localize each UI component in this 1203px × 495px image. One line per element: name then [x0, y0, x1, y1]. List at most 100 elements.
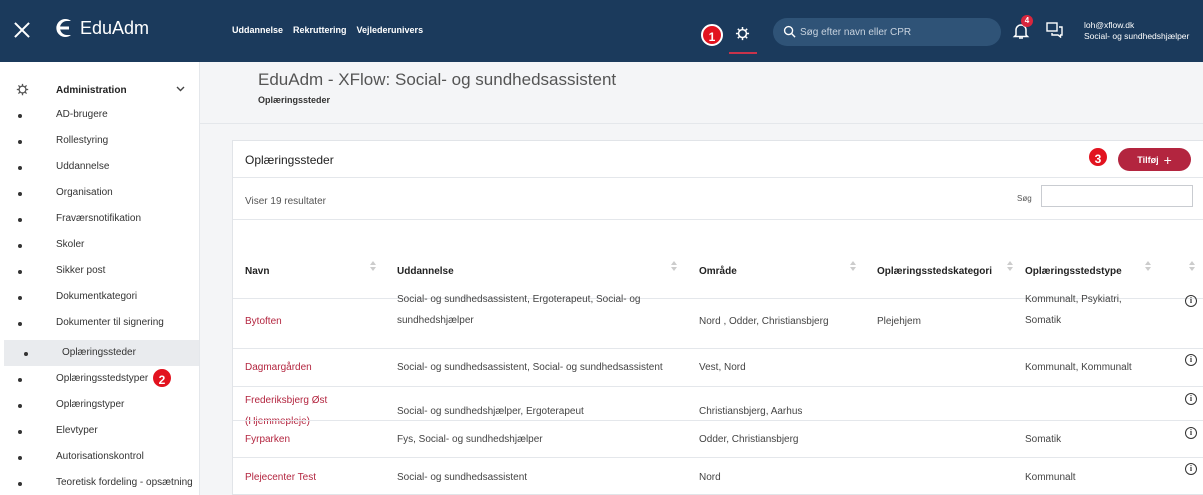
- add-button-label: Tilføj: [1137, 154, 1159, 165]
- info-icon[interactable]: i: [1185, 354, 1197, 366]
- bullet-icon: [18, 114, 22, 118]
- admin-settings-button[interactable]: [729, 14, 757, 54]
- sidebar-item-teoretisk-fordeling[interactable]: Teoretisk fordeling - opsætning: [0, 472, 199, 495]
- info-icon[interactable]: i: [1185, 463, 1197, 475]
- add-button[interactable]: Tilføj +: [1118, 148, 1191, 171]
- nav-vejlederunivers[interactable]: Vejlederunivers: [357, 25, 424, 35]
- sidebar-item-sikker-post[interactable]: Sikker post: [0, 260, 199, 286]
- sort-icon[interactable]: [1007, 261, 1013, 273]
- info-icon[interactable]: i: [1185, 295, 1197, 307]
- bullet-icon: [18, 482, 22, 486]
- card-title: Oplæringssteder: [245, 153, 334, 167]
- row-uddannelse: Social- og sundhedshjælper, Ergoterapeut: [397, 406, 584, 417]
- divider: [233, 177, 1203, 178]
- oplaeringssteder-card: Oplæringssteder Tilføj + Viser 19 resulta…: [232, 140, 1203, 495]
- sidebar-item-rollestyring[interactable]: Rollestyring: [0, 130, 199, 156]
- notification-badge: 4: [1021, 15, 1033, 27]
- sidebar-item-fravaersnotifikation[interactable]: Fraværsnotifikation: [0, 208, 199, 234]
- row-omraade: Nord: [699, 472, 721, 483]
- sidebar-item-ad-brugere[interactable]: AD-brugere: [0, 104, 199, 130]
- sidebar-item-label: Elevtyper: [56, 425, 98, 436]
- table-search-label: Søg: [1017, 194, 1032, 203]
- sidebar-item-uddannelse[interactable]: Uddannelse: [0, 156, 199, 182]
- row-omraade: Odder, Christiansbjerg: [699, 434, 799, 445]
- row-type: Kommunalt: [1025, 472, 1076, 483]
- divider: [233, 457, 1203, 458]
- row-name-link[interactable]: Dagmargården: [245, 357, 312, 378]
- bullet-icon: [18, 140, 22, 144]
- bullet-icon: [18, 166, 22, 170]
- column-header-navn[interactable]: Navn: [245, 266, 269, 277]
- user-email: loh@xflow.dk: [1084, 20, 1135, 30]
- close-icon[interactable]: [12, 20, 32, 40]
- sidebar-item-skoler[interactable]: Skoler: [0, 234, 199, 260]
- eduadm-logo-icon: [56, 19, 71, 37]
- sidebar-item-label: Teoretisk fordeling - opsætning: [56, 477, 193, 488]
- step-marker-3: 3: [1087, 146, 1109, 168]
- info-icon[interactable]: i: [1185, 393, 1197, 405]
- bullet-icon: [18, 244, 22, 248]
- step-marker-2: 2: [151, 367, 173, 389]
- sidebar-section-label: Administration: [56, 85, 127, 96]
- sort-icon[interactable]: [850, 261, 856, 273]
- row-uddannelse: Social- og sundhedsassistent, Ergoterape…: [397, 294, 641, 326]
- sidebar-section-administration[interactable]: Administration: [0, 78, 199, 104]
- row-omraade: Christiansbjerg, Aarhus: [699, 406, 803, 417]
- sort-icon[interactable]: [1189, 261, 1195, 273]
- sort-icon[interactable]: [370, 261, 376, 273]
- sidebar-item-autorisationskontrol[interactable]: Autorisationskontrol: [0, 446, 199, 472]
- row-name-link[interactable]: Plejecenter Test: [245, 467, 316, 488]
- global-search[interactable]: [773, 18, 1001, 46]
- row-kategori: Plejehjem: [877, 316, 921, 327]
- column-header-type[interactable]: Oplæringsstedstype: [1025, 266, 1122, 277]
- sidebar-item-label: AD-brugere: [56, 109, 108, 120]
- divider: [233, 219, 1203, 220]
- sidebar-item-dokumenter-til-signering[interactable]: Dokumenter til signering: [0, 312, 199, 338]
- bullet-icon: [18, 192, 22, 196]
- row-type: Somatik: [1025, 434, 1062, 445]
- sidebar-item-label: Rollestyring: [56, 135, 109, 146]
- nav-uddannelse[interactable]: Uddannelse: [232, 25, 283, 35]
- sidebar-item-oplaeringstyper[interactable]: Oplæringstyper: [0, 394, 199, 420]
- sidebar-item-elevtyper[interactable]: Elevtyper: [0, 420, 199, 446]
- chat-icon[interactable]: [1046, 22, 1063, 38]
- brand-name[interactable]: EduAdm: [80, 18, 149, 39]
- sort-icon[interactable]: [671, 261, 677, 273]
- table-search-input[interactable]: [1041, 185, 1193, 207]
- row-uddannelse: Fys, Social- og sundhedshjælper: [397, 434, 543, 445]
- bullet-icon: [18, 456, 22, 460]
- info-icon[interactable]: i: [1185, 427, 1197, 439]
- user-menu[interactable]: loh@xflow.dk Social- og sundhedshjælper: [1084, 20, 1189, 42]
- sidebar-item-organisation[interactable]: Organisation: [0, 182, 199, 208]
- row-name-link[interactable]: Bytoften: [245, 311, 282, 332]
- admin-gear-icon: [16, 83, 29, 96]
- sidebar: Administration AD-brugere Rollestyring U…: [0, 62, 200, 495]
- bullet-icon: [18, 404, 22, 408]
- sort-icon[interactable]: [1145, 261, 1151, 273]
- sidebar-item-label: Dokumentkategori: [56, 291, 138, 302]
- search-input[interactable]: [800, 18, 995, 46]
- top-bar: EduAdm Uddannelse Rekruttering Vejlederu…: [0, 0, 1203, 62]
- sidebar-item-dokumentkategori[interactable]: Dokumentkategori: [0, 286, 199, 312]
- column-header-omraade[interactable]: Område: [699, 266, 737, 277]
- column-header-kategori[interactable]: Oplæringsstedskategori: [877, 266, 992, 277]
- bullet-icon: [18, 322, 22, 326]
- bullet-icon: [18, 270, 22, 274]
- nav-rekruttering[interactable]: Rekruttering: [293, 25, 347, 35]
- sidebar-item-label: Oplæringssteder: [62, 347, 136, 358]
- search-icon: [783, 25, 796, 38]
- row-name-link[interactable]: Frederiksbjerg Øst (Hjemmepleje): [245, 390, 327, 432]
- sidebar-item-oplaeringssteder[interactable]: Oplæringssteder: [4, 340, 199, 366]
- row-name-link[interactable]: Fyrparken: [245, 429, 290, 450]
- bullet-icon: [18, 296, 22, 300]
- result-count: Viser 19 resultater: [245, 196, 326, 207]
- user-role: Social- og sundhedshjælper: [1084, 31, 1190, 41]
- page-subtitle: Oplæringssteder: [258, 95, 331, 105]
- row-type: Kommunalt, Kommunalt: [1025, 362, 1132, 373]
- sidebar-item-label: Oplæringstyper: [56, 399, 125, 410]
- bullet-icon: [18, 378, 22, 382]
- plus-icon: +: [1163, 151, 1172, 168]
- row-uddannelse: Social- og sundhedsassistent, Social- og…: [397, 362, 663, 373]
- column-header-uddannelse[interactable]: Uddannelse: [397, 266, 454, 277]
- step-marker-1: 1: [701, 24, 723, 46]
